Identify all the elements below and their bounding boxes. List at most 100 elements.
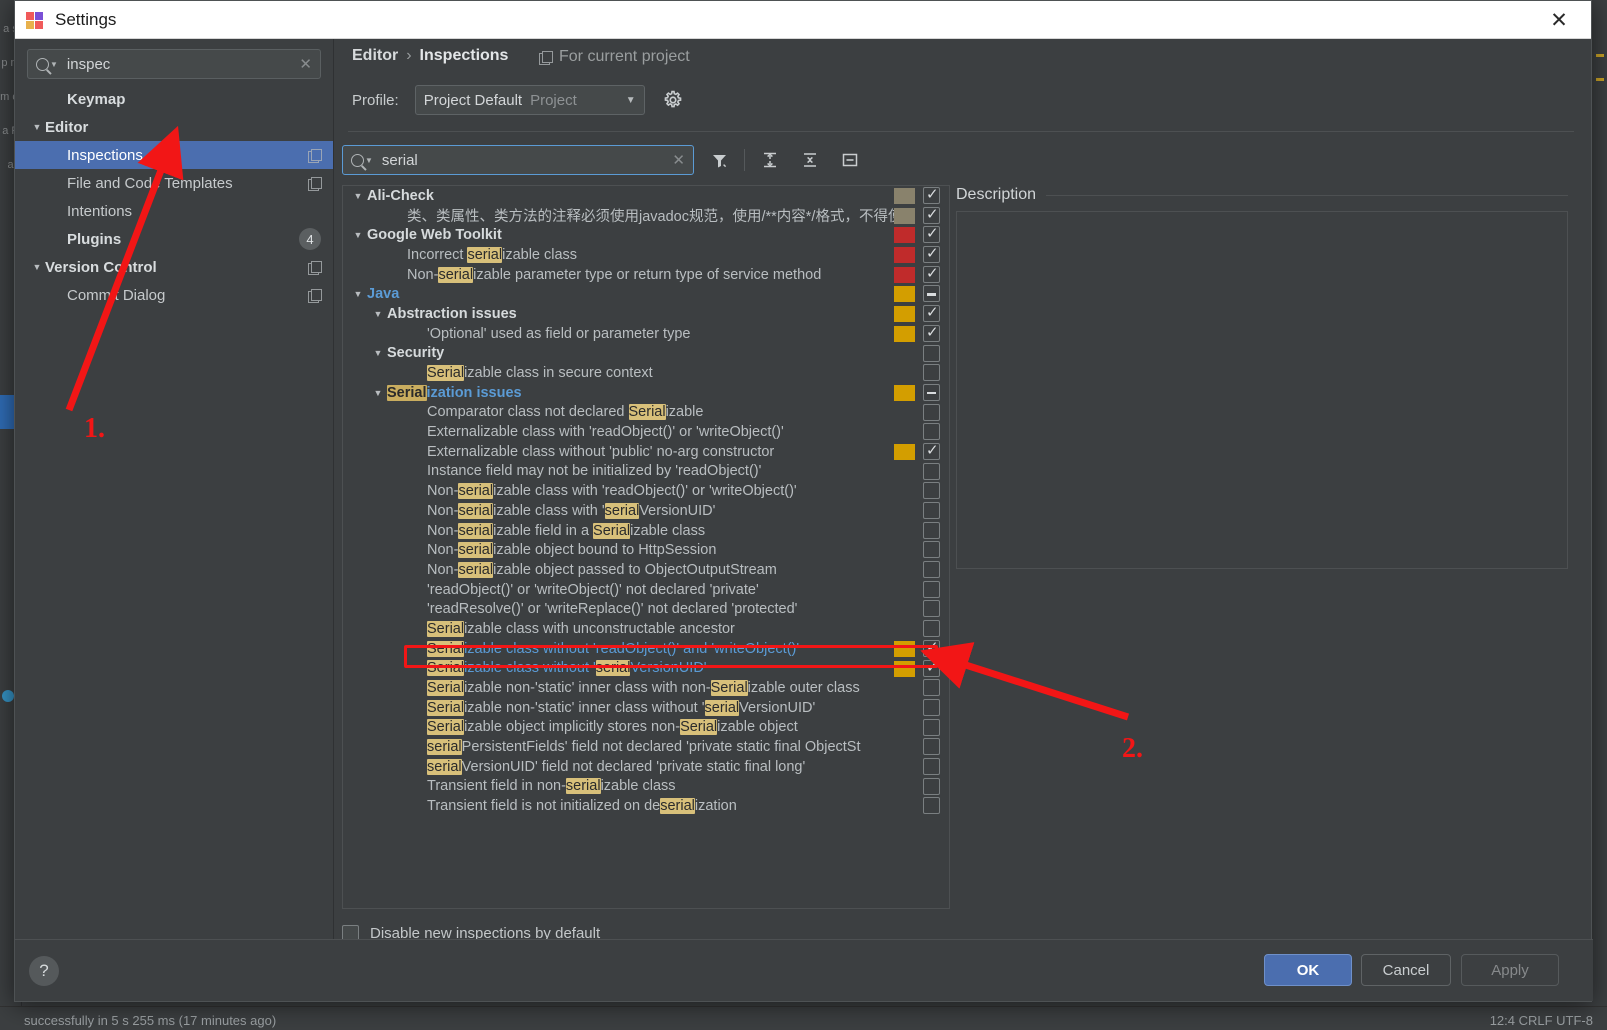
inspection-enabled-checkbox[interactable] (923, 620, 940, 638)
expand-all-button[interactable] (755, 146, 785, 174)
inspection-enabled-checkbox[interactable] (923, 205, 940, 224)
inspection-enabled-checkbox[interactable] (923, 698, 940, 716)
inspection-row[interactable]: ▼ Serialization issues (343, 383, 949, 403)
inspections-tree[interactable]: ▼Ali-Check类、类属性、类方法的注释必须使用javadoc规范，使用/*… (342, 185, 950, 909)
filter-input[interactable]: serial (382, 152, 673, 169)
inspection-row[interactable]: 'readResolve()' or 'writeReplace()' not … (343, 599, 949, 619)
inspection-row[interactable]: ▼ Ali-Check (343, 186, 949, 206)
inspection-row[interactable]: Non-serializable class with 'serialVersi… (343, 501, 949, 521)
sidebar-search[interactable]: ▼ inspec ✕ (27, 49, 321, 79)
inspection-row[interactable]: Non-serializable class with 'readObject(… (343, 481, 949, 501)
inspection-row[interactable]: Serializable object implicitly stores no… (343, 718, 949, 738)
inspection-enabled-checkbox[interactable] (923, 738, 940, 756)
severity-swatch-err[interactable] (894, 247, 915, 264)
severity-swatch-warn[interactable] (894, 306, 915, 323)
sidebar-item-plugins[interactable]: Plugins 4 (15, 225, 333, 253)
severity-swatch-warn[interactable] (894, 443, 915, 460)
inspection-enabled-checkbox[interactable] (923, 383, 940, 401)
chevron-down-icon[interactable]: ▼ (349, 230, 367, 240)
inspection-enabled-checkbox[interactable] (923, 244, 940, 264)
inspection-row[interactable]: Serializable non-'static' inner class wi… (343, 678, 949, 698)
inspection-row[interactable]: 'readObject()' or 'writeObject()' not de… (343, 580, 949, 600)
severity-swatch-warn[interactable] (894, 286, 915, 303)
inspection-enabled-checkbox[interactable] (923, 521, 940, 539)
inspection-row[interactable]: 'Optional' used as field or parameter ty… (343, 323, 949, 344)
sidebar-item-commit-dialog[interactable]: Commit Dialog (15, 281, 333, 309)
severity-swatch-err[interactable] (894, 266, 915, 283)
sidebar-item-file-and-code-templates[interactable]: File and Code Templates (15, 169, 333, 197)
inspection-enabled-checkbox[interactable] (923, 462, 940, 480)
inspection-row[interactable]: ▼ Security (343, 344, 949, 364)
inspection-enabled-checkbox[interactable] (923, 561, 940, 579)
inspection-enabled-checkbox[interactable] (923, 323, 940, 342)
collapse-all-button[interactable] (795, 146, 825, 174)
gear-icon[interactable] (663, 90, 683, 110)
inspection-row[interactable]: Comparator class not declared Serializab… (343, 403, 949, 423)
sidebar-item-keymap[interactable]: Keymap (15, 85, 333, 113)
copy-settings-icon[interactable] (308, 176, 322, 191)
sidebar-item-version-control[interactable]: ▼ Version Control (15, 253, 333, 281)
ok-button[interactable]: OK (1264, 954, 1352, 986)
inspection-enabled-checkbox[interactable] (923, 224, 940, 244)
inspection-row[interactable]: Non-serializable object bound to HttpSes… (343, 540, 949, 560)
inspection-enabled-checkbox[interactable] (923, 600, 940, 618)
clear-icon[interactable]: ✕ (299, 55, 312, 73)
inspection-row[interactable]: ▼ Abstraction issues (343, 303, 949, 324)
inspection-row[interactable]: Incorrect serializable class (343, 244, 949, 265)
inspection-enabled-checkbox[interactable] (923, 580, 940, 598)
inspection-enabled-checkbox[interactable] (923, 186, 940, 204)
inspection-enabled-checkbox[interactable] (923, 403, 940, 421)
inspection-enabled-checkbox[interactable] (923, 423, 940, 441)
sidebar-item-intentions[interactable]: Intentions (15, 197, 333, 225)
inspection-row[interactable]: Serializable class with unconstructable … (343, 619, 949, 639)
inspection-enabled-checkbox[interactable] (923, 344, 940, 362)
chevron-down-icon[interactable]: ▼ (349, 191, 367, 201)
show-only-enabled-button[interactable] (835, 146, 865, 174)
inspection-row[interactable]: Non-serializable parameter type or retur… (343, 264, 949, 285)
copy-settings-icon[interactable] (308, 288, 322, 303)
cancel-button[interactable]: Cancel (1361, 954, 1451, 986)
inspection-enabled-checkbox[interactable] (923, 264, 940, 283)
inspection-row[interactable]: Serializable class in secure context (343, 363, 949, 383)
inspection-enabled-checkbox[interactable] (923, 364, 940, 382)
clear-icon[interactable]: ✕ (672, 151, 685, 169)
severity-swatch-gray[interactable] (894, 188, 915, 204)
severity-swatch-err[interactable] (894, 227, 915, 244)
inspection-enabled-checkbox[interactable] (923, 303, 940, 323)
inspection-row[interactable]: Serializable non-'static' inner class wi… (343, 698, 949, 718)
chevron-down-icon[interactable]: ▼ (369, 348, 387, 358)
chevron-down-icon[interactable]: ▼ (369, 388, 387, 398)
inspection-row[interactable]: Non-serializable object passed to Object… (343, 560, 949, 580)
breadcrumb-parent[interactable]: Editor (352, 47, 398, 65)
filter-button[interactable] (704, 146, 734, 174)
help-button[interactable]: ? (29, 956, 59, 986)
inspection-enabled-checkbox[interactable] (923, 797, 940, 815)
inspection-enabled-checkbox[interactable] (923, 482, 940, 500)
inspection-enabled-checkbox[interactable] (923, 285, 940, 303)
chevron-down-icon[interactable]: ▼ (369, 309, 387, 319)
profile-select[interactable]: Project Default Project ▼ (414, 85, 645, 115)
severity-swatch-gray[interactable] (894, 207, 915, 224)
severity-swatch-warn[interactable] (894, 384, 915, 401)
inspection-enabled-checkbox[interactable] (923, 757, 940, 775)
sidebar-item-editor[interactable]: ▼ Editor (15, 113, 333, 141)
inspection-enabled-checkbox[interactable] (923, 441, 940, 460)
filter-input-wrap[interactable]: ▼ serial ✕ (342, 145, 694, 175)
inspection-enabled-checkbox[interactable] (923, 718, 940, 736)
inspection-row[interactable]: Instance field may not be initialized by… (343, 462, 949, 482)
inspection-enabled-checkbox[interactable] (923, 777, 940, 795)
chevron-down-icon[interactable]: ▼ (349, 289, 367, 299)
inspection-row[interactable]: serialVersionUID' field not declared 'pr… (343, 757, 949, 777)
inspection-row[interactable]: Non-serializable field in a Serializable… (343, 521, 949, 541)
close-icon[interactable]: ✕ (1537, 2, 1581, 38)
inspection-row[interactable]: serialPersistentFields' field not declar… (343, 737, 949, 757)
inspection-enabled-checkbox[interactable] (923, 541, 940, 559)
copy-settings-icon[interactable] (308, 148, 322, 163)
search-input[interactable]: inspec (67, 56, 300, 73)
copy-settings-icon[interactable] (308, 260, 322, 275)
inspection-row[interactable]: Transient field in non-serializable clas… (343, 777, 949, 797)
severity-swatch-warn[interactable] (894, 325, 915, 342)
inspection-row[interactable]: Externalizable class with 'readObject()'… (343, 422, 949, 442)
inspection-row[interactable]: 类、类属性、类方法的注释必须使用javadoc规范，使用/**内容*/格式，不得… (343, 205, 949, 226)
inspection-enabled-checkbox[interactable] (923, 502, 940, 519)
